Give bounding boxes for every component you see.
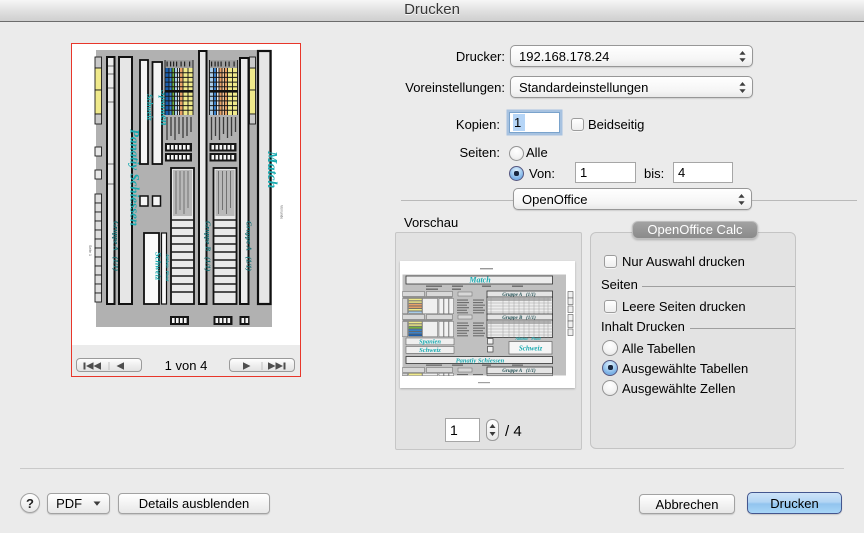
svg-text:Gruppe A (1/1): Gruppe A (1/1) [245,221,254,272]
svg-text:Match: Match [468,276,491,285]
svg-text:Athletic Pistol: Athletic Pistol [165,253,170,282]
svg-text:Panatiy Schiessen: Panatiy Schiessen [456,357,505,364]
svg-text:Schweiz: Schweiz [519,345,543,353]
svg-text:Athletic Pistol: Athletic Pistol [514,336,541,341]
svg-text:Match: Match [264,150,279,189]
svg-text:Spanien: Spanien [419,339,441,346]
svg-text:Seite 1: Seite 1 [88,245,92,256]
svg-text:Gruppe B (1/1): Gruppe B (1/1) [204,221,213,272]
svg-text:Vorrunde: Vorrunde [280,205,284,219]
svg-text:Schweiz: Schweiz [145,94,154,122]
svg-text:Schweiz: Schweiz [419,347,441,354]
